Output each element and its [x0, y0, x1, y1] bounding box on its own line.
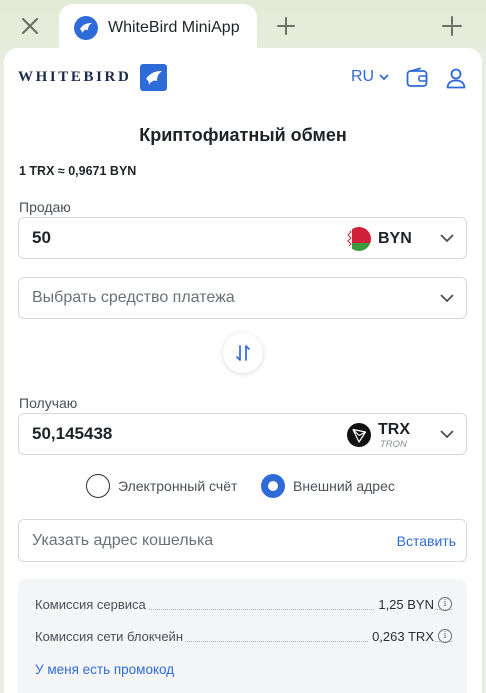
wallet-icon[interactable] — [405, 66, 429, 90]
logo-text: WHITEBIRD — [18, 69, 132, 85]
radio-e-account[interactable]: Электронный счёт — [86, 474, 237, 498]
network-fee-row: Комиссия сети блокчейн 0,263 TRX i — [35, 627, 452, 647]
bird-icon — [74, 16, 98, 40]
logo[interactable]: WHITEBIRD — [18, 64, 168, 91]
tron-icon — [347, 423, 371, 447]
sell-currency[interactable]: BYN — [378, 230, 412, 248]
chevron-down-icon[interactable] — [439, 290, 455, 306]
browser-chrome: WhiteBird MiniApp — [0, 0, 486, 52]
language-selector[interactable]: RU — [351, 68, 391, 86]
chevron-down-icon — [379, 74, 389, 81]
receive-currency[interactable]: TRX — [378, 421, 410, 439]
radio-external-label: Внешний адрес — [293, 478, 395, 494]
radio-e-account-circle[interactable] — [86, 474, 110, 498]
chevron-down-icon[interactable] — [439, 426, 455, 442]
language-label: RU — [351, 68, 375, 85]
service-fee-label: Комиссия сервиса — [35, 597, 148, 612]
payment-method-select[interactable]: Выбрать средство платежа — [18, 277, 467, 319]
swap-button[interactable] — [223, 333, 263, 373]
plus-icon[interactable] — [264, 7, 308, 45]
radio-e-account-label: Электронный счёт — [118, 478, 238, 494]
info-icon[interactable]: i — [438, 597, 452, 611]
collapse-icon[interactable] — [430, 7, 474, 45]
network-fee-label: Комиссия сети блокчейн — [35, 629, 185, 644]
bird-logo-icon — [140, 64, 168, 91]
wallet-address-placeholder: Указать адрес кошелька — [32, 531, 214, 549]
receive-amount-field[interactable]: 50,145438 TRX TRON — [18, 413, 467, 455]
radio-external-circle[interactable] — [261, 474, 285, 498]
info-icon[interactable]: i — [438, 629, 452, 643]
wallet-address-field[interactable]: Указать адрес кошелька Вставить — [18, 519, 467, 562]
radio-external-address[interactable]: Внешний адрес — [261, 474, 395, 498]
app-sheet: WHITEBIRD RU Криптофиатный обмен 1 TRX ≈… — [4, 48, 482, 693]
service-fee-row: Комиссия сервиса 1,25 BYN i — [35, 595, 452, 615]
payment-method-placeholder: Выбрать средство платежа — [32, 289, 235, 306]
close-icon[interactable] — [8, 7, 52, 45]
sell-label: Продаю — [19, 199, 71, 215]
page-title: Криптофиатный обмен — [139, 125, 347, 145]
fees-panel: Комиссия сервиса 1,25 BYN i Комиссия сет… — [18, 579, 467, 693]
user-icon[interactable] — [444, 66, 468, 90]
service-fee-value: 1,25 BYN — [375, 597, 434, 612]
swap-arrows-icon — [236, 345, 250, 361]
exchange-rate: 1 TRX ≈ 0,9671 BYN — [19, 164, 137, 178]
receive-network: TRON — [380, 439, 407, 450]
promo-code-link[interactable]: У меня есть промокод — [35, 662, 174, 677]
network-fee-value: 0,263 TRX — [369, 629, 434, 644]
receive-label: Получаю — [19, 395, 78, 411]
paste-button[interactable]: Вставить — [397, 533, 456, 549]
sell-amount-input[interactable]: 50 — [32, 228, 51, 248]
belarus-flag-icon — [347, 227, 371, 251]
chevron-down-icon[interactable] — [439, 230, 455, 246]
tab-title: WhiteBird MiniApp — [108, 19, 240, 36]
sell-amount-field[interactable]: 50 BYN — [18, 217, 467, 259]
receive-amount-input[interactable]: 50,145438 — [32, 424, 112, 444]
tab-whitebird[interactable]: WhiteBird MiniApp — [59, 4, 257, 52]
